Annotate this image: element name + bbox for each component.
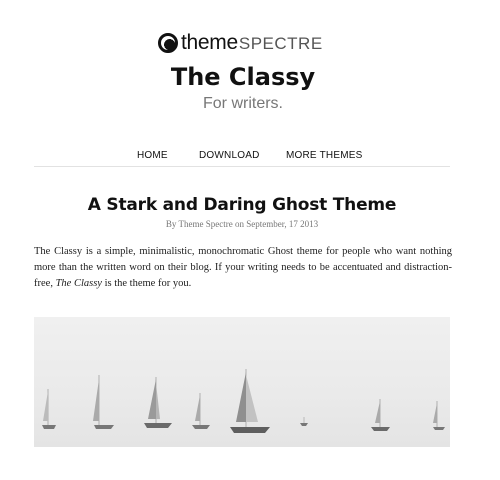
- sailboat-4: [192, 393, 210, 429]
- logo-word-theme: theme: [181, 31, 238, 54]
- sailboats-illustration: [42, 369, 445, 433]
- logo-mark-icon: [158, 33, 178, 53]
- nav-home-link[interactable]: HOME: [137, 150, 168, 161]
- logo-word-spectre: SPECTRE: [238, 34, 323, 53]
- sailboat-8: [433, 401, 445, 430]
- sailboat-1: [42, 389, 56, 429]
- post-body-emphasis: The Classy: [55, 278, 102, 289]
- sailboat-5: [230, 369, 270, 433]
- sailboat-7: [371, 399, 390, 431]
- sailboat-6: [300, 417, 308, 426]
- site-tagline: For writers.: [203, 95, 283, 112]
- post-image-sailboats: [34, 317, 450, 447]
- page: theme SPECTRE The Classy For writers. HO…: [0, 0, 500, 480]
- post-body-text-2: is the theme for you.: [101, 278, 192, 289]
- post-meta: By Theme Spectre on September, 17 2013: [165, 219, 319, 229]
- sailboat-2: [93, 375, 114, 429]
- theme-spectre-logo[interactable]: theme SPECTRE: [158, 31, 323, 55]
- sailboat-3: [144, 377, 172, 428]
- main-nav: HOME DOWNLOAD MORE THEMES: [34, 146, 450, 167]
- site-title[interactable]: The Classy: [0, 62, 486, 92]
- post-title[interactable]: A Stark and Daring Ghost Theme: [34, 194, 450, 216]
- nav-download-link[interactable]: DOWNLOAD: [199, 150, 260, 161]
- nav-more-themes-link[interactable]: MORE THEMES: [286, 150, 362, 161]
- post-body: The Classy is a simple, minimalistic, mo…: [34, 244, 452, 292]
